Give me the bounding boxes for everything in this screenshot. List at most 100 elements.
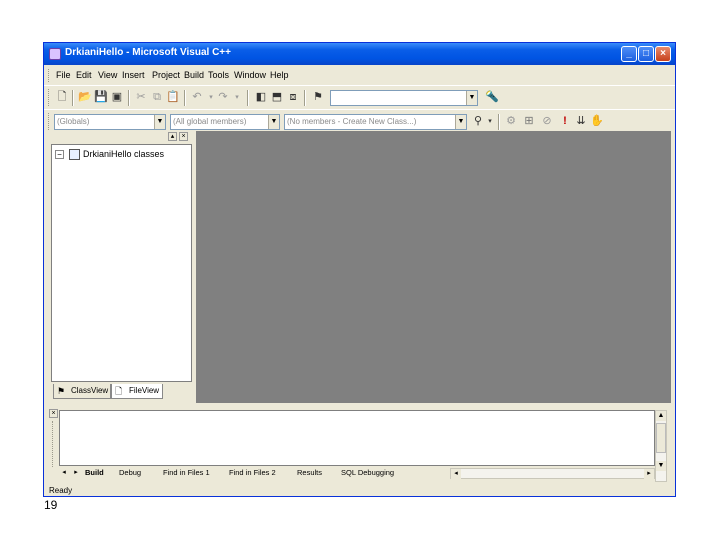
stop-build-icon[interactable]: ⊘ <box>540 115 554 128</box>
window-list-icon[interactable]: ⧈ <box>286 91 300 104</box>
tab-debug[interactable]: Debug <box>119 467 141 479</box>
copy-icon[interactable]: ⧉ <box>150 91 164 104</box>
go-icon[interactable]: ⇊ <box>574 115 588 128</box>
chevron-down-icon[interactable]: ▼ <box>268 115 279 129</box>
workspace-icon[interactable]: ◧ <box>254 91 268 104</box>
menu-window[interactable]: Window <box>234 70 266 80</box>
open-folder-icon[interactable]: 📂 <box>78 91 92 104</box>
members-combo[interactable]: (All global members) ▼ <box>170 114 280 130</box>
toolbar-separator <box>128 90 130 106</box>
tab-find-in-files-2[interactable]: Find in Files 2 <box>229 467 276 479</box>
toolbar-grip[interactable] <box>48 89 51 106</box>
function-combo-value: (No members - Create New Class...) <box>287 117 417 126</box>
tab-classview[interactable]: ⚑ ClassView <box>53 384 111 399</box>
output-vertical-scrollbar[interactable]: ▲ ▼ <box>655 410 667 482</box>
tab-classview-label: ClassView <box>71 386 109 395</box>
menu-grip[interactable] <box>48 69 51 82</box>
workspace-close-button[interactable]: × <box>179 132 188 141</box>
compile-icon[interactable]: ⚙ <box>504 115 518 128</box>
toolbar-separator <box>304 90 306 106</box>
main-window: DrkianiHello - Microsoft Visual C++ _ □ … <box>43 42 676 497</box>
class-combo[interactable]: (Globals) ▼ <box>54 114 166 130</box>
menu-tools[interactable]: Tools <box>208 70 229 80</box>
title-bar[interactable]: DrkianiHello - Microsoft Visual C++ _ □ … <box>44 43 675 65</box>
tab-scroll-left-icon[interactable]: ◂ <box>59 468 69 478</box>
editor-area[interactable] <box>196 131 671 403</box>
window-title: DrkianiHello - Microsoft Visual C++ <box>65 47 231 58</box>
new-text-file-icon[interactable]: 🗋 <box>55 91 69 104</box>
toolbar-separator <box>72 90 74 106</box>
output-close-button[interactable]: × <box>49 409 58 418</box>
status-text: Ready <box>49 486 73 495</box>
standard-toolbar: 🗋 📂 💾 ▣ ✂ ⧉ 📋 ↶ ▾ ↷ ▾ ◧ ⬒ ⧈ ⚑ ▼ 🔦 <box>44 85 675 109</box>
scroll-down-icon[interactable]: ▼ <box>656 461 666 471</box>
execute-icon[interactable]: ! <box>558 115 572 128</box>
status-bar: Ready <box>49 485 671 496</box>
find-in-files-icon[interactable]: ⚑ <box>311 91 325 104</box>
menu-help[interactable]: Help <box>270 70 289 80</box>
scroll-left-icon[interactable]: ◂ <box>451 469 461 479</box>
tab-results[interactable]: Results <box>297 467 322 479</box>
tab-scroll-right-icon[interactable]: ▸ <box>71 468 81 478</box>
tree-expander[interactable]: − <box>55 150 64 159</box>
tab-fileview[interactable]: 🗋 FileView <box>111 384 163 399</box>
chevron-down-icon[interactable]: ▼ <box>455 115 466 129</box>
redo-dropdown-icon[interactable]: ▾ <box>230 91 244 104</box>
chevron-down-icon[interactable]: ▼ <box>466 91 477 105</box>
tree-root-label[interactable]: DrkianiHello classes <box>83 149 164 159</box>
paste-icon[interactable]: 📋 <box>166 91 180 104</box>
toolbar-separator <box>498 114 500 130</box>
menu-edit[interactable]: Edit <box>76 70 92 80</box>
output-tabs: ◂ ▸ Build Debug Find in Files 1 Find in … <box>59 467 655 481</box>
members-combo-value: (All global members) <box>173 117 247 126</box>
redo-icon[interactable]: ↷ <box>216 91 230 104</box>
class-tree[interactable]: − DrkianiHello classes <box>51 144 192 382</box>
menu-build[interactable]: Build <box>184 70 204 80</box>
slide-number: 19 <box>44 498 58 512</box>
wizardbar-toolbar: (Globals) ▼ (All global members) ▼ (No m… <box>44 109 675 133</box>
undo-icon[interactable]: ↶ <box>190 91 204 104</box>
minimize-button[interactable]: _ <box>621 46 637 62</box>
output-pane: × ▲ ▼ ◂ ▸ Build Debug Find in Files 1 Fi… <box>49 407 671 483</box>
scroll-thumb[interactable] <box>656 423 666 453</box>
toolbar-grip[interactable] <box>48 113 51 130</box>
wizard-action-dropdown-icon[interactable]: ▾ <box>483 115 497 128</box>
menu-project[interactable]: Project <box>152 70 180 80</box>
breakpoint-icon[interactable]: ✋ <box>590 115 604 128</box>
output-icon[interactable]: ⬒ <box>270 91 284 104</box>
function-combo[interactable]: (No members - Create New Class...) ▼ <box>284 114 467 130</box>
menu-view[interactable]: View <box>98 70 117 80</box>
workspace-header: ▴ × <box>49 131 194 143</box>
tab-sql-debugging[interactable]: SQL Debugging <box>341 467 394 479</box>
workspace-pane: ▴ × − DrkianiHello classes ⚑ ClassView 🗋… <box>49 131 194 401</box>
tab-fileview-label: FileView <box>129 386 160 395</box>
tab-find-in-files-1[interactable]: Find in Files 1 <box>163 467 210 479</box>
fileview-icon: 🗋 <box>115 386 123 396</box>
find-icon[interactable]: 🔦 <box>485 91 499 104</box>
close-button[interactable]: × <box>655 46 671 62</box>
save-icon[interactable]: 💾 <box>94 91 108 104</box>
output-text-area[interactable] <box>59 410 655 466</box>
scroll-right-icon[interactable]: ▸ <box>644 469 654 479</box>
find-combo[interactable]: ▼ <box>330 90 478 106</box>
toolbar-separator <box>247 90 249 106</box>
workspace-restore-button[interactable]: ▴ <box>168 132 177 141</box>
maximize-button[interactable]: □ <box>638 46 654 62</box>
build-icon[interactable]: ⊞ <box>522 115 536 128</box>
menu-bar: File Edit View Insert Project Build Tool… <box>44 67 675 84</box>
classes-folder-icon <box>69 149 80 160</box>
app-icon[interactable] <box>49 48 61 60</box>
output-horizontal-scrollbar[interactable]: ◂ ▸ <box>450 468 655 479</box>
save-all-icon[interactable]: ▣ <box>110 91 124 104</box>
classview-icon: ⚑ <box>57 386 66 396</box>
workspace-tabs: ⚑ ClassView 🗋 FileView <box>49 383 194 401</box>
chevron-down-icon[interactable]: ▼ <box>154 115 165 129</box>
menu-insert[interactable]: Insert <box>122 70 145 80</box>
menu-file[interactable]: File <box>56 70 71 80</box>
class-combo-value: (Globals) <box>57 117 90 126</box>
tab-build[interactable]: Build <box>85 467 104 479</box>
cut-icon[interactable]: ✂ <box>134 91 148 104</box>
output-grip[interactable] <box>52 421 55 467</box>
scroll-up-icon[interactable]: ▲ <box>656 411 666 421</box>
toolbar-separator <box>184 90 186 106</box>
